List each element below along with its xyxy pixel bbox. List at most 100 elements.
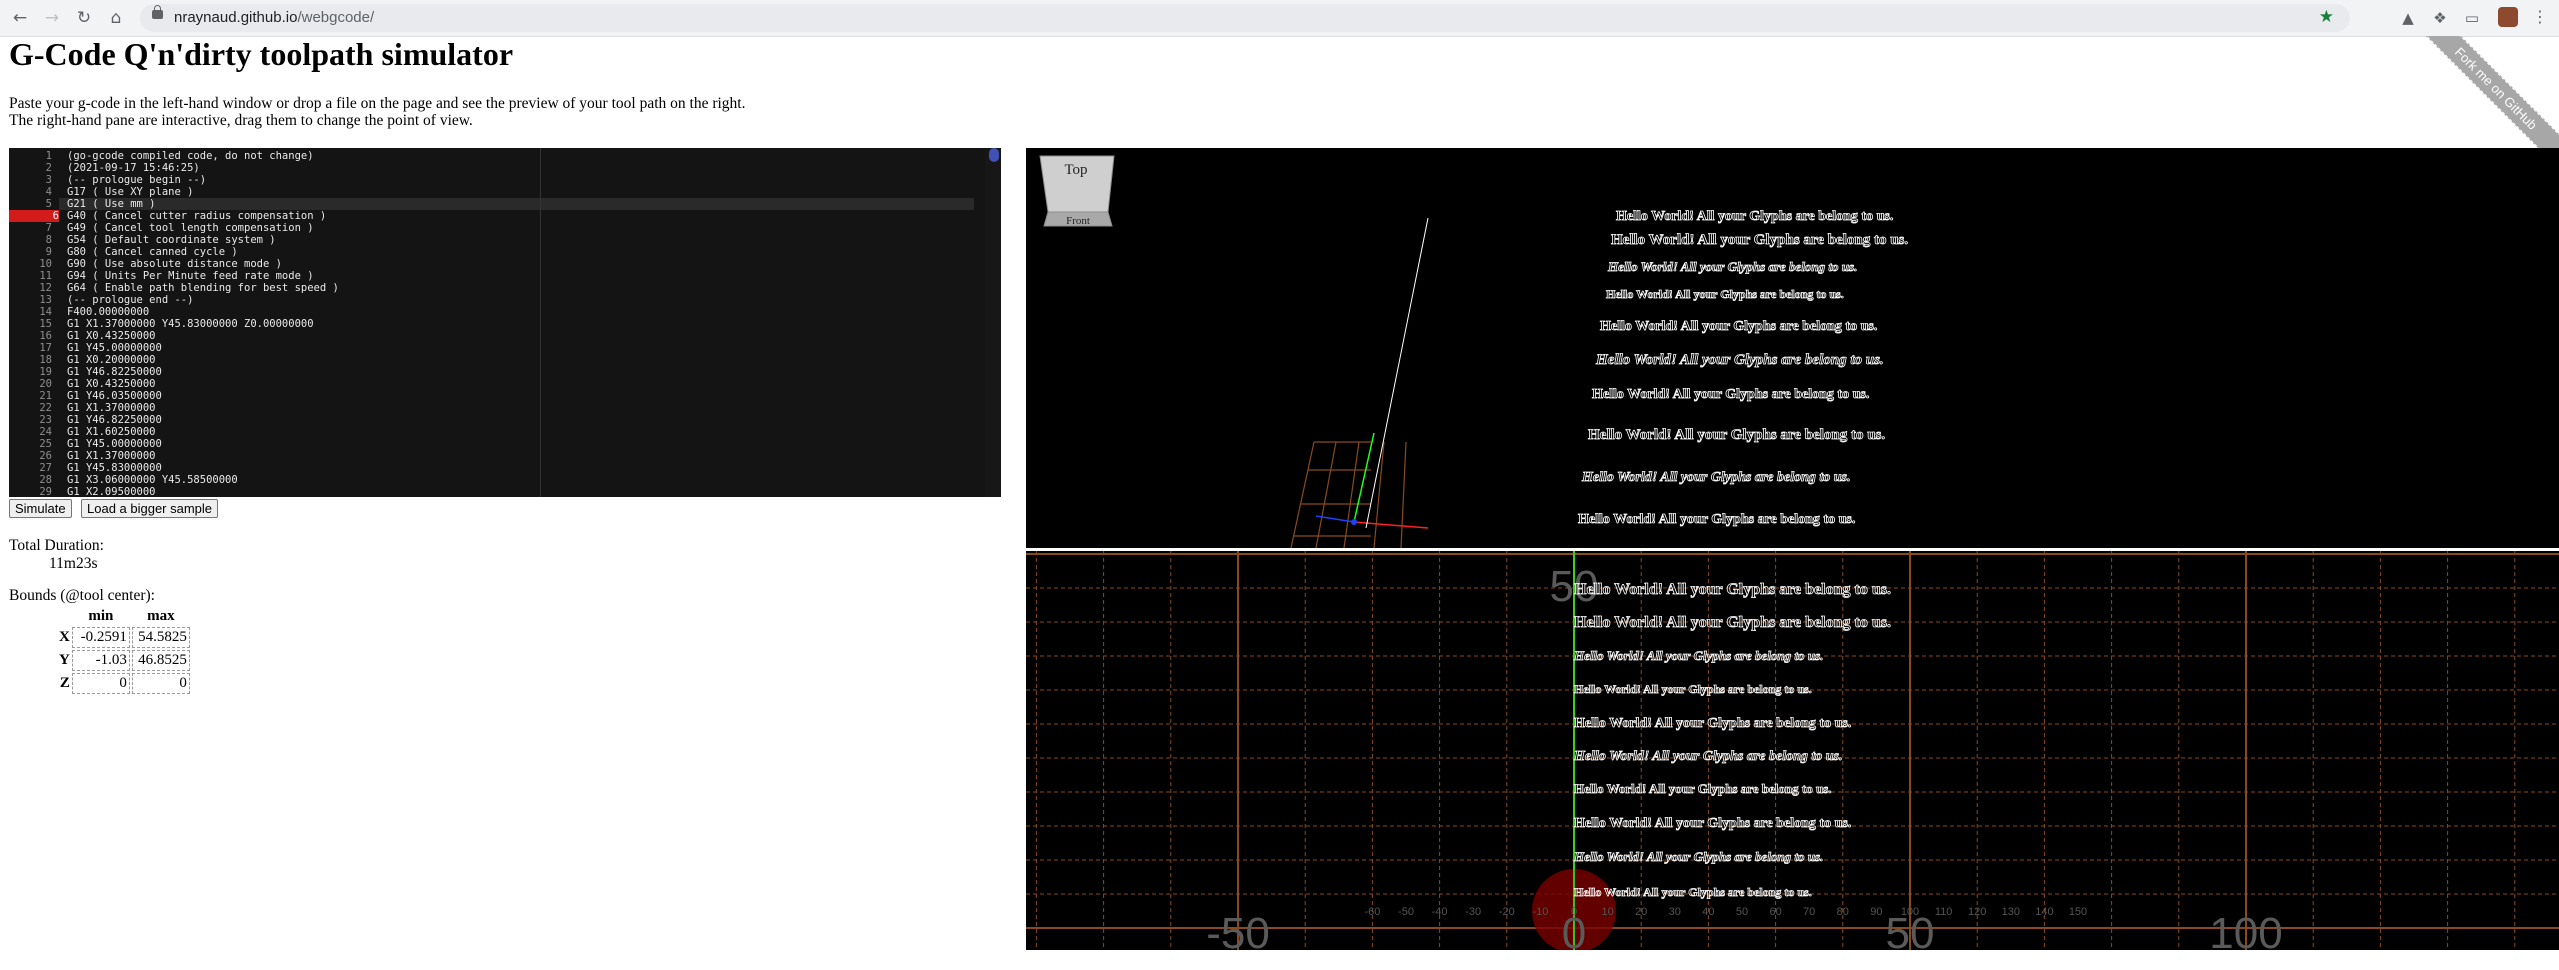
line-number: 3 — [45, 174, 52, 186]
toolpath-text: Hello World! All your Glyphs are belong … — [1574, 781, 1832, 796]
address-bar[interactable]: nraynaud.github.io/webgcode/ ★ — [140, 4, 2350, 32]
lock-icon — [152, 5, 163, 19]
code-line[interactable]: G1 X1.60250000 — [67, 426, 156, 438]
perspective-3d-view[interactable]: Top Front Hello World! All your Glyphs a… — [1026, 148, 2559, 548]
line-number: 16 — [39, 330, 52, 342]
bounds-table: min max X -0.2591 54.5825 Y -1.03 46.852… — [55, 606, 192, 696]
viewcube[interactable]: Top Front — [1039, 155, 1115, 227]
x-axis-line — [1353, 521, 1429, 529]
viewcube-front-label[interactable]: Front — [1066, 215, 1090, 227]
url-text[interactable]: nraynaud.github.io/webgcode/ — [174, 9, 374, 26]
line-number: 6 — [9, 210, 59, 222]
code-line[interactable]: G1 Y45.00000000 — [67, 438, 162, 450]
toolpath-text: Hello World! All your Glyphs are belong … — [1600, 319, 1877, 334]
axis-tick-label: -60 — [1364, 906, 1380, 918]
table-row: Y -1.03 46.8525 — [57, 650, 190, 671]
line-number: 19 — [39, 366, 52, 378]
code-line[interactable]: G64 ( Enable path blending for best spee… — [67, 282, 339, 294]
code-line[interactable]: (-- prologue end --) — [67, 294, 193, 306]
code-line[interactable]: G90 ( Use absolute distance mode ) — [67, 258, 282, 270]
y-min: -1.03 — [71, 650, 130, 671]
home-icon[interactable]: ⌂ — [104, 6, 128, 30]
line-number: 14 — [39, 306, 52, 318]
viewcube-top-label[interactable]: Top — [1064, 162, 1087, 178]
line-number: 28 — [39, 474, 52, 486]
code-line[interactable]: F400.00000000 — [67, 306, 149, 318]
page-title: G-Code Q'n'dirty toolpath simulator — [9, 36, 514, 72]
code-line[interactable]: G1 X3.06000000 Y45.58500000 — [67, 474, 238, 486]
code-line[interactable]: G1 X1.37000000 Y45.83000000 Z0.00000000 — [67, 318, 314, 330]
toolpath-text: Hello World! All your Glyphs are belong … — [1574, 885, 1812, 899]
toolpath-text: Hello World! All your Glyphs are belong … — [1574, 581, 1891, 598]
line-number: 1 — [45, 150, 52, 162]
code-line[interactable]: (go-gcode compiled code, do not change) — [67, 150, 314, 162]
code-line[interactable]: G1 X1.37000000 — [67, 450, 156, 462]
toolpath-spine — [1365, 217, 1429, 529]
code-line[interactable]: G1 Y46.03500000 — [67, 390, 162, 402]
code-line[interactable]: G1 X0.43250000 — [67, 330, 156, 342]
toolpath-text: Hello World! All your Glyphs are belong … — [1573, 749, 1843, 764]
code-line[interactable]: G1 Y45.00000000 — [67, 342, 162, 354]
line-number: 20 — [39, 378, 52, 390]
gcode-editor[interactable]: 1 2 3 4 5 6 7 8 9 10 11 12 13 14 15 16 17 18 19 20 21 22 23 24 2… — [9, 148, 1001, 497]
code-line[interactable]: G1 Y45.83000000 — [67, 462, 162, 474]
code-line[interactable]: G54 ( Default coordinate system ) — [67, 234, 276, 246]
code-line[interactable]: G1 Y46.82250000 — [67, 366, 162, 378]
code-line[interactable]: G1 X0.43250000 — [67, 378, 156, 390]
code-line[interactable]: G40 ( Cancel cutter radius compensation … — [67, 210, 326, 222]
axis-tick-label: 90 — [1870, 906, 1882, 918]
z-label: Z — [59, 675, 70, 691]
scrollbar-thumb[interactable] — [989, 148, 999, 162]
code-line[interactable]: G94 ( Units Per Minute feed rate mode ) — [67, 270, 314, 282]
y-label: Y — [59, 652, 70, 668]
menu-icon[interactable]: ⋮ — [2530, 7, 2550, 27]
axis-tick-label: -20 — [1499, 906, 1515, 918]
extension-icon[interactable]: ▲ — [2398, 8, 2418, 28]
table-row: Z 0 0 — [57, 673, 190, 694]
code-line[interactable]: G1 Y46.82250000 — [67, 414, 162, 426]
axis-tick-label: 120 — [1968, 906, 1986, 918]
puzzle-icon[interactable]: ❖ — [2430, 8, 2450, 28]
code-line[interactable]: G49 ( Cancel tool length compensation ) — [67, 222, 314, 234]
code-line[interactable]: G1 X1.37000000 — [67, 402, 156, 414]
browser-toolbar: ← → ↻ ⌂ nraynaud.github.io/webgcode/ ★ ▲… — [0, 0, 2559, 37]
top-down-view[interactable]: 50 -60 -50 -40 -30 -20 -10 0 10 20 30 40 50 60 70 80 90… — [1026, 551, 2559, 950]
line-number: 8 — [45, 234, 52, 246]
code-line[interactable]: G80 ( Cancel canned cycle ) — [67, 246, 238, 258]
back-icon[interactable]: ← — [8, 6, 32, 30]
toolpath-text: Hello World! All your Glyphs are belong … — [1578, 512, 1855, 527]
axis-major-label: 50 — [1886, 909, 1935, 950]
code-line[interactable]: (2021-09-17 15:46:25) — [67, 162, 200, 174]
axis-tick-label: 30 — [1669, 906, 1681, 918]
cast-icon[interactable]: ▭ — [2462, 8, 2482, 28]
axis-tick-label: 110 — [1935, 906, 1953, 918]
toolpath-text: Hello World! All your Glyphs are belong … — [1595, 352, 1884, 368]
y-max: 46.8525 — [131, 650, 190, 671]
toolpath-text: Hello World! All your Glyphs are belong … — [1592, 387, 1869, 402]
table-row: X -0.2591 54.5825 — [57, 627, 190, 648]
code-line[interactable]: (-- prologue begin --) — [67, 174, 206, 186]
bookmark-star-icon[interactable]: ★ — [2319, 7, 2334, 27]
forward-icon[interactable]: → — [40, 6, 64, 30]
line-number: 11 — [39, 270, 52, 282]
perspective-grid — [1290, 441, 1407, 548]
code-line[interactable]: G21 ( Use mm ) — [67, 198, 156, 210]
axis-tick-label: 20 — [1635, 906, 1647, 918]
axis-tick-label: 50 — [1736, 906, 1748, 918]
axis-tick-label: -10 — [1532, 906, 1548, 918]
avatar[interactable] — [2498, 7, 2518, 27]
code-line[interactable]: G1 X2.09500000 — [67, 486, 156, 497]
axis-tick-label: -50 — [1398, 906, 1414, 918]
code-line[interactable]: G1 X0.20000000 — [67, 354, 156, 366]
code-line[interactable]: G17 ( Use XY plane ) — [67, 186, 193, 198]
line-number: 27 — [39, 462, 52, 474]
line-number: 5 — [45, 198, 52, 210]
toolpath-text: Hello World! All your Glyphs are belong … — [1573, 849, 1823, 864]
editor-scrollbar[interactable] — [985, 148, 1001, 497]
z-max: 0 — [131, 673, 190, 694]
axis-small-labels: -60 -50 -40 -30 -20 -10 0 10 20 30 40 50 60 70 80 90 100… — [1364, 906, 2087, 918]
load-bigger-sample-button[interactable]: Load a bigger sample — [81, 499, 219, 518]
simulate-button[interactable]: Simulate — [9, 499, 72, 518]
reload-icon[interactable]: ↻ — [72, 6, 96, 30]
axis-tick-label: 150 — [2069, 906, 2087, 918]
